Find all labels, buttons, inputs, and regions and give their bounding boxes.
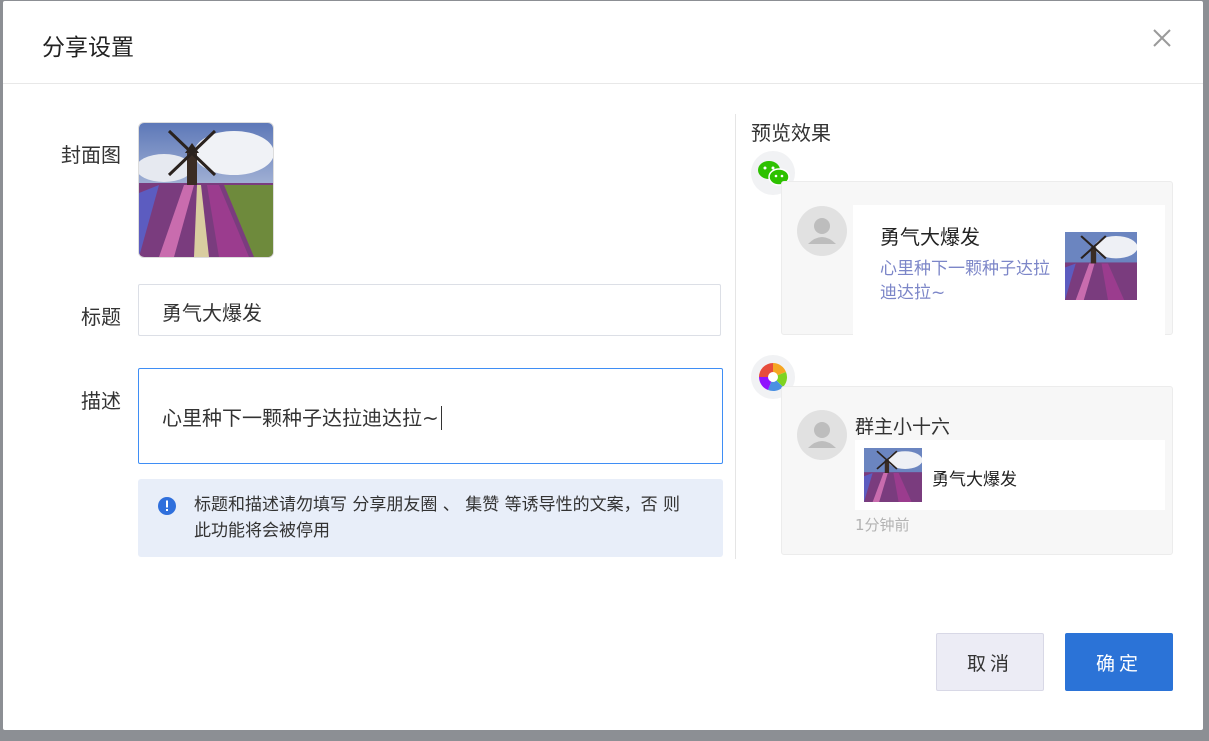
title-label: 标题 [81, 305, 121, 329]
moments-timestamp: 1分钟前 [855, 516, 910, 534]
description-text: 心里种下一颗种子达拉迪达拉~ [162, 406, 439, 430]
moments-thumbnail [864, 448, 922, 502]
confirm-button[interactable]: 确定 [1065, 633, 1173, 691]
dialog-header: 分享设置 [3, 1, 1203, 84]
dialog-title: 分享设置 [42, 35, 134, 61]
moments-user-name: 群主小十六 [855, 416, 951, 438]
share-settings-dialog: 分享设置 封面图 标题 勇气大爆发 描述 心里种下一颗种子达拉迪达拉~ 标题和描… [3, 1, 1203, 730]
avatar [797, 206, 847, 256]
cancel-button[interactable]: 取消 [936, 633, 1044, 691]
wechat-message-desc: 心里种下一颗种子达拉迪达拉~ [880, 259, 1050, 303]
description-label: 描述 [81, 389, 121, 413]
cover-image[interactable] [138, 122, 274, 258]
preview-title: 预览效果 [751, 121, 831, 145]
warning-notice: 标题和描述请勿填写 分享朋友圈 、 集赞 等诱导性的文案，否 则此功能将会被停用 [138, 479, 723, 557]
avatar [797, 410, 847, 460]
moments-share-title: 勇气大爆发 [932, 470, 1017, 490]
preview-panel: 预览效果 勇气大爆发 心里种下一颗种子达拉迪达拉~ 群主小十六 勇气大爆发 1分… [751, 114, 1181, 574]
title-input[interactable]: 勇气大爆发 [138, 284, 721, 336]
moments-share-box: 勇气大爆发 [855, 440, 1165, 510]
description-input[interactable]: 心里种下一颗种子达拉迪达拉~ [138, 368, 723, 464]
notice-text: 标题和描述请勿填写 分享朋友圈 、 集赞 等诱导性的文案，否 则此功能将会被停用 [194, 495, 681, 541]
wechat-message-title: 勇气大爆发 [880, 225, 980, 249]
info-icon [158, 497, 176, 515]
wechat-thumbnail [1065, 232, 1137, 300]
vertical-divider [735, 114, 736, 559]
close-icon[interactable] [1147, 23, 1177, 53]
text-caret [440, 406, 442, 430]
share-form: 封面图 标题 勇气大爆发 描述 心里种下一颗种子达拉迪达拉~ 标题和描述请勿填写… [3, 84, 736, 584]
wechat-message: 勇气大爆发 心里种下一颗种子达拉迪达拉~ [853, 205, 1165, 335]
cover-label: 封面图 [61, 143, 121, 167]
